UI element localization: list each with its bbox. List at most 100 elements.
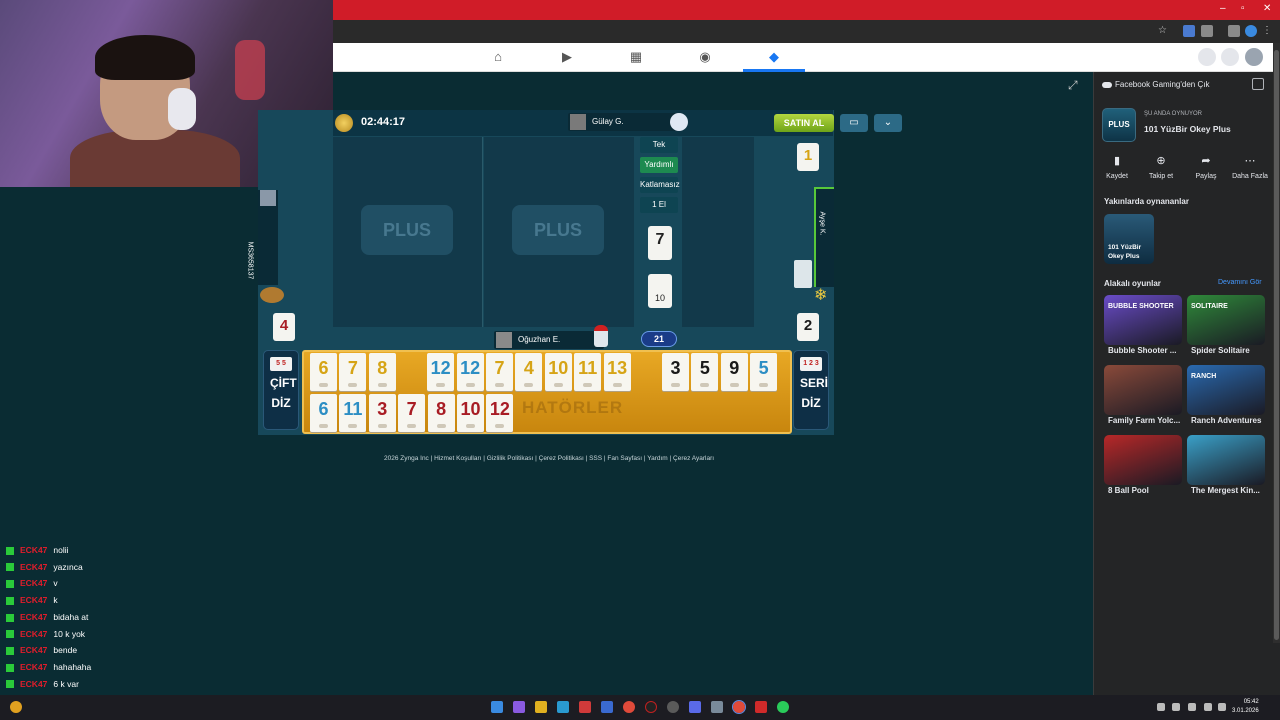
see-all-link[interactable]: Devamını Gör xyxy=(1218,279,1262,286)
steam-icon[interactable] xyxy=(667,701,679,713)
tray-app-icon[interactable] xyxy=(1172,703,1180,711)
rack-tile[interactable]: 12 xyxy=(427,353,455,391)
chat-text: nolii xyxy=(53,545,69,555)
related-game-tile[interactable] xyxy=(1187,435,1265,485)
volume-icon[interactable] xyxy=(1218,703,1226,711)
follow-button[interactable]: ⊕ Takip et xyxy=(1138,154,1184,180)
tile-rack[interactable]: 6 7 8 12 12 7 4 10 11 13 3 5 9 5 6 11 3 7 8 10 12 HATÖRLER xyxy=(302,350,792,434)
mail-icon[interactable] xyxy=(601,701,613,713)
chevron-down-icon[interactable]: ⌄ xyxy=(874,114,902,132)
extension-icon[interactable] xyxy=(1183,25,1195,37)
exit-gaming-link[interactable]: Facebook Gaming'den Çık xyxy=(1102,80,1209,89)
share-button[interactable]: ➦ Paylaş xyxy=(1183,154,1229,180)
related-game-tile[interactable] xyxy=(1104,365,1182,415)
related-game-tile[interactable]: RANCH xyxy=(1187,365,1265,415)
related-game-name[interactable]: Family Farm Yolc... xyxy=(1108,416,1180,425)
rack-tile[interactable]: 3 xyxy=(368,394,396,432)
rack-tile[interactable]: 6 xyxy=(310,353,337,391)
game-canvas[interactable]: 02:44:17 Gülay G. SATIN AL ▭ ⌄ PLUS PLUS… xyxy=(246,110,902,435)
collapse-sidebar-icon[interactable] xyxy=(1252,78,1264,90)
related-game-tile[interactable] xyxy=(1104,435,1182,485)
related-game-name[interactable]: 8 Ball Pool xyxy=(1108,486,1149,495)
rack-tile[interactable]: 3 xyxy=(662,353,689,391)
related-game-tile[interactable]: BUBBLE SHOOTER xyxy=(1104,295,1182,345)
rack-tile[interactable]: 6 xyxy=(310,394,337,432)
rack-tile[interactable]: 7 xyxy=(486,353,513,391)
edge-icon[interactable] xyxy=(557,701,569,713)
rack-tile[interactable]: 7 xyxy=(339,353,367,391)
save-button[interactable]: ▮ Kaydet xyxy=(1094,154,1140,180)
profile-icon[interactable] xyxy=(1245,25,1257,37)
related-game-name[interactable]: Spider Solitaire xyxy=(1191,346,1250,355)
star-icon[interactable]: ☆ xyxy=(1158,25,1170,37)
more-button[interactable]: ⋯ Daha Fazla xyxy=(1227,154,1273,180)
scrollbar-thumb[interactable] xyxy=(1274,50,1279,640)
related-game-name[interactable]: The Mergest Kin... xyxy=(1191,486,1260,495)
close-icon[interactable]: ✕ xyxy=(1263,3,1271,14)
apps-grid-icon[interactable] xyxy=(1198,48,1216,66)
whatsapp-icon[interactable] xyxy=(777,701,789,713)
rack-tile[interactable]: 12 xyxy=(456,353,484,391)
media-icon[interactable] xyxy=(1228,25,1240,37)
current-game-thumbnail[interactable]: PLUS xyxy=(1102,108,1136,142)
nearby-game-tile[interactable]: 101 YüzBir Okey Plus xyxy=(1104,214,1154,264)
rack-tile[interactable]: 8 xyxy=(368,353,396,391)
rack-tile[interactable]: 7 xyxy=(398,394,426,432)
series-sort-button[interactable]: 1 2 3 SERİ DİZ xyxy=(793,350,829,430)
avatar[interactable] xyxy=(1245,48,1263,66)
discord-icon[interactable] xyxy=(689,701,701,713)
chrome-icon[interactable] xyxy=(623,701,635,713)
clock[interactable]: 05:42 3.01.2026 xyxy=(1232,698,1259,716)
game-footer-links[interactable]: 2026 Zynga Inc | Hizmet Koşulları | Gizl… xyxy=(384,455,714,462)
explorer-icon[interactable] xyxy=(535,701,547,713)
gaming-icon[interactable]: ◆ xyxy=(767,50,781,64)
related-game-tile[interactable]: SOLITAIRE xyxy=(1187,295,1265,345)
rack-tile[interactable]: 8 xyxy=(427,394,455,432)
rack-tile[interactable]: 9 xyxy=(720,353,748,391)
video-icon[interactable]: ▶ xyxy=(560,50,574,64)
rack-tile[interactable]: 10 xyxy=(544,353,572,391)
rack-tile[interactable]: 4 xyxy=(515,353,543,391)
related-game-name[interactable]: Ranch Adventures xyxy=(1191,416,1261,425)
home-icon[interactable]: ⌂ xyxy=(491,50,505,64)
maximize-icon[interactable]: ▫ xyxy=(1241,3,1245,14)
obs-icon[interactable] xyxy=(645,701,657,713)
pairs-sort-button[interactable]: 5 5 ÇİFT DİZ xyxy=(263,350,299,430)
buy-button[interactable]: SATIN AL xyxy=(774,114,834,132)
rack-tile[interactable]: 11 xyxy=(339,394,367,432)
top-opponent[interactable]: Gülay G. xyxy=(568,113,688,131)
rack-tile[interactable]: 12 xyxy=(486,394,514,432)
marketplace-icon[interactable]: ▦ xyxy=(629,50,643,64)
app-icon[interactable] xyxy=(755,701,767,713)
bookmark-icon: ▮ xyxy=(1113,155,1121,167)
settings-icon[interactable] xyxy=(711,701,723,713)
rack-tile[interactable]: 5 xyxy=(750,353,778,391)
chat-icon[interactable]: ▭ xyxy=(840,114,868,132)
draw-pile-tile[interactable]: 10 xyxy=(648,274,672,308)
puzzle-icon[interactable] xyxy=(1201,25,1213,37)
notifications-icon[interactable] xyxy=(1221,48,1239,66)
minimize-icon[interactable]: – xyxy=(1220,3,1226,14)
chrome-active-icon[interactable] xyxy=(732,700,746,714)
current-game-name[interactable]: 101 YüzBir Okey Plus xyxy=(1144,124,1231,134)
menu-icon[interactable]: ⋮ xyxy=(1262,25,1274,37)
groups-icon[interactable]: ◉ xyxy=(698,50,712,64)
mic-icon[interactable] xyxy=(1188,703,1196,711)
wifi-icon[interactable] xyxy=(1204,703,1212,711)
chat-text: 6 k var xyxy=(53,678,79,689)
rack-tile[interactable]: 13 xyxy=(603,353,631,391)
rack-tile[interactable]: 5 xyxy=(691,353,719,391)
weather-icon[interactable] xyxy=(10,701,22,713)
fullscreen-icon[interactable]: ⤢ xyxy=(1068,78,1078,93)
chat-badge-icon xyxy=(6,596,14,605)
rack-tile[interactable]: 11 xyxy=(574,353,602,391)
start-icon[interactable] xyxy=(491,701,503,713)
indicator-tile: 7 xyxy=(648,226,672,260)
store-icon[interactable] xyxy=(579,701,591,713)
right-discard-tile[interactable] xyxy=(794,260,812,288)
tray-chevron-icon[interactable] xyxy=(1157,703,1165,711)
related-game-name[interactable]: Bubble Shooter ... xyxy=(1108,346,1176,355)
copilot-icon[interactable] xyxy=(513,701,525,713)
snowball-icon xyxy=(670,113,688,131)
rack-tile[interactable]: 10 xyxy=(457,394,484,432)
